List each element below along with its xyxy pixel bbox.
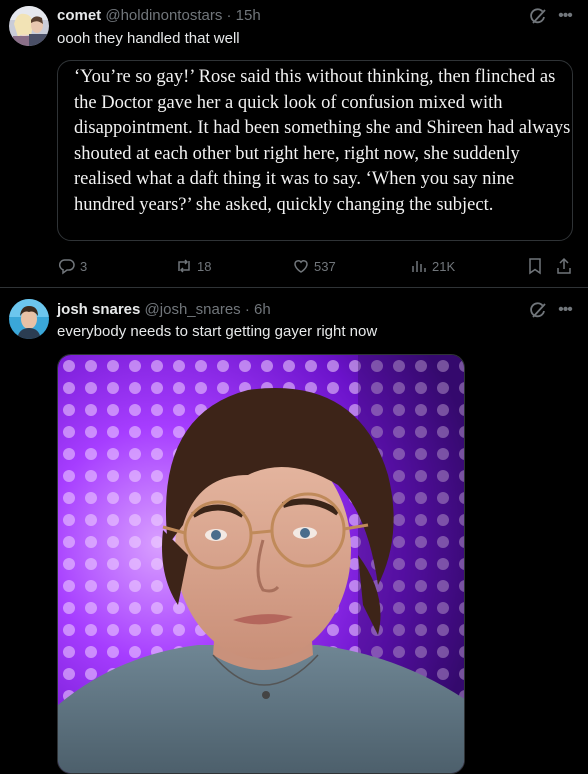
more-icon[interactable]: ••• <box>556 301 574 319</box>
tweet-text: everybody needs to start getting gayer r… <box>57 323 378 340</box>
tweet-header: josh snares @josh_snares · 6h <box>57 300 271 320</box>
repost-count: 18 <box>197 258 212 274</box>
quoted-text-image[interactable]: ‘You’re so gay!’ Rose said this without … <box>57 60 573 241</box>
tweet-1[interactable]: comet @holdinontostars · 15h ••• oooh th… <box>0 0 588 287</box>
quote-text: ‘You’re so gay!’ Rose said this without … <box>74 67 571 215</box>
view-count: 21K <box>432 258 456 274</box>
display-name[interactable]: josh snares <box>57 301 140 318</box>
grok-icon[interactable] <box>529 302 547 320</box>
avatar[interactable] <box>9 299 49 339</box>
handle[interactable]: @holdinontostars <box>105 7 222 24</box>
repost-icon <box>178 259 190 273</box>
more-icon[interactable]: ••• <box>556 7 574 25</box>
timestamp[interactable]: 15h <box>236 7 261 24</box>
heart-icon <box>294 260 308 273</box>
bookmark-button[interactable] <box>526 257 544 275</box>
like-count: 537 <box>314 258 336 274</box>
like-button[interactable]: 537 <box>292 257 336 275</box>
handle[interactable]: @josh_snares <box>145 301 241 318</box>
share-icon <box>557 257 571 274</box>
avatar[interactable] <box>9 6 49 46</box>
tweet-text: oooh they handled that well <box>57 30 240 47</box>
grok-icon[interactable] <box>529 8 547 26</box>
views-button[interactable]: 21K <box>410 257 455 275</box>
repost-button[interactable]: 18 <box>175 257 211 275</box>
reply-button[interactable]: 3 <box>58 257 87 275</box>
timestamp[interactable]: 6h <box>254 301 271 318</box>
bookmark-icon <box>529 258 541 275</box>
separator-dot: · <box>226 7 232 24</box>
tweet-photo[interactable] <box>57 354 465 774</box>
share-button[interactable] <box>555 257 573 275</box>
views-icon <box>412 261 426 272</box>
reply-icon <box>58 259 75 275</box>
separator-dot: · <box>244 301 250 318</box>
display-name[interactable]: comet <box>57 7 101 24</box>
tweet-header: comet @holdinontostars · 15h <box>57 6 261 26</box>
reply-count: 3 <box>80 258 88 274</box>
